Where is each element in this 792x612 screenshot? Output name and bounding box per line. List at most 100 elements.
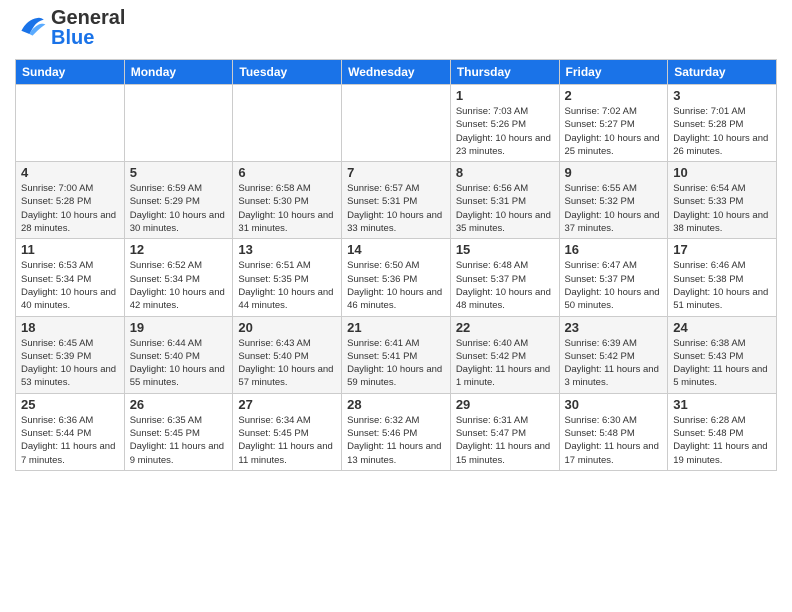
day-info: Sunrise: 6:55 AMSunset: 5:32 PMDaylight:… (565, 182, 663, 235)
calendar-cell: 31 Sunrise: 6:28 AMSunset: 5:48 PMDayligh… (668, 393, 777, 470)
day-number: 23 (565, 320, 663, 335)
logo-general: General (51, 7, 125, 29)
day-info: Sunrise: 6:32 AMSunset: 5:46 PMDaylight:… (347, 414, 445, 467)
day-number: 26 (130, 397, 228, 412)
logo: General Blue (15, 8, 125, 48)
calendar-cell (124, 85, 233, 162)
day-info: Sunrise: 6:43 AMSunset: 5:40 PMDaylight:… (238, 337, 336, 390)
calendar-cell: 6 Sunrise: 6:58 AMSunset: 5:30 PMDaylight… (233, 162, 342, 239)
day-number: 21 (347, 320, 445, 335)
day-number: 5 (130, 165, 228, 180)
calendar-cell: 30 Sunrise: 6:30 AMSunset: 5:48 PMDayligh… (559, 393, 668, 470)
calendar-cell: 28 Sunrise: 6:32 AMSunset: 5:46 PMDayligh… (342, 393, 451, 470)
day-number: 2 (565, 88, 663, 103)
day-number: 19 (130, 320, 228, 335)
logo-blue: Blue (51, 27, 94, 49)
day-number: 16 (565, 242, 663, 257)
day-number: 15 (456, 242, 554, 257)
day-info: Sunrise: 6:39 AMSunset: 5:42 PMDaylight:… (565, 337, 663, 390)
day-info: Sunrise: 6:59 AMSunset: 5:29 PMDaylight:… (130, 182, 228, 235)
day-number: 27 (238, 397, 336, 412)
day-info: Sunrise: 6:31 AMSunset: 5:47 PMDaylight:… (456, 414, 554, 467)
day-info: Sunrise: 6:46 AMSunset: 5:38 PMDaylight:… (673, 259, 771, 312)
day-number: 25 (21, 397, 119, 412)
day-number: 6 (238, 165, 336, 180)
weekday-wednesday: Wednesday (342, 60, 451, 85)
weekday-saturday: Saturday (668, 60, 777, 85)
day-number: 8 (456, 165, 554, 180)
calendar-cell (16, 85, 125, 162)
day-number: 17 (673, 242, 771, 257)
day-info: Sunrise: 6:50 AMSunset: 5:36 PMDaylight:… (347, 259, 445, 312)
day-number: 4 (21, 165, 119, 180)
day-number: 10 (673, 165, 771, 180)
calendar-cell: 27Sunrise: 6:34 AMSunset: 5:45 PMDayligh… (233, 393, 342, 470)
calendar-cell: 9 Sunrise: 6:55 AMSunset: 5:32 PMDaylight… (559, 162, 668, 239)
day-number: 28 (347, 397, 445, 412)
calendar-cell: 8 Sunrise: 6:56 AMSunset: 5:31 PMDaylight… (450, 162, 559, 239)
calendar-cell: 29Sunrise: 6:31 AMSunset: 5:47 PMDayligh… (450, 393, 559, 470)
day-info: Sunrise: 6:41 AMSunset: 5:41 PMDaylight:… (347, 337, 445, 390)
day-info: Sunrise: 7:01 AMSunset: 5:28 PMDaylight:… (673, 105, 771, 158)
calendar-cell: 10 Sunrise: 6:54 AMSunset: 5:33 PMDayligh… (668, 162, 777, 239)
calendar-cell: 2 Sunrise: 7:02 AMSunset: 5:27 PMDaylight… (559, 85, 668, 162)
day-number: 11 (21, 242, 119, 257)
day-info: Sunrise: 6:56 AMSunset: 5:31 PMDaylight:… (456, 182, 554, 235)
calendar-cell: 4 Sunrise: 7:00 AMSunset: 5:28 PMDaylight… (16, 162, 125, 239)
day-info: Sunrise: 6:45 AMSunset: 5:39 PMDaylight:… (21, 337, 119, 390)
calendar-cell: 16 Sunrise: 6:47 AMSunset: 5:37 PMDayligh… (559, 239, 668, 316)
calendar-cell: 7 Sunrise: 6:57 AMSunset: 5:31 PMDaylight… (342, 162, 451, 239)
logo-icon (15, 12, 47, 45)
day-info: Sunrise: 7:00 AMSunset: 5:28 PMDaylight:… (21, 182, 119, 235)
day-number: 3 (673, 88, 771, 103)
day-info: Sunrise: 6:28 AMSunset: 5:48 PMDaylight:… (673, 414, 771, 467)
calendar-cell: 17 Sunrise: 6:46 AMSunset: 5:38 PMDayligh… (668, 239, 777, 316)
day-info: Sunrise: 7:02 AMSunset: 5:27 PMDaylight:… (565, 105, 663, 158)
day-info: Sunrise: 6:54 AMSunset: 5:33 PMDaylight:… (673, 182, 771, 235)
day-info: Sunrise: 6:30 AMSunset: 5:48 PMDaylight:… (565, 414, 663, 467)
day-number: 18 (21, 320, 119, 335)
day-number: 22 (456, 320, 554, 335)
calendar-cell (233, 85, 342, 162)
calendar: SundayMondayTuesdayWednesdayThursdayFrid… (15, 59, 777, 471)
calendar-cell: 11Sunrise: 6:53 AMSunset: 5:34 PMDayligh… (16, 239, 125, 316)
day-info: Sunrise: 6:44 AMSunset: 5:40 PMDaylight:… (130, 337, 228, 390)
day-info: Sunrise: 7:03 AMSunset: 5:26 PMDaylight:… (456, 105, 554, 158)
day-info: Sunrise: 6:58 AMSunset: 5:30 PMDaylight:… (238, 182, 336, 235)
day-info: Sunrise: 6:57 AMSunset: 5:31 PMDaylight:… (347, 182, 445, 235)
day-info: Sunrise: 6:35 AMSunset: 5:45 PMDaylight:… (130, 414, 228, 467)
calendar-cell: 13Sunrise: 6:51 AMSunset: 5:35 PMDayligh… (233, 239, 342, 316)
calendar-cell: 12 Sunrise: 6:52 AMSunset: 5:34 PMDayligh… (124, 239, 233, 316)
calendar-cell: 14 Sunrise: 6:50 AMSunset: 5:36 PMDayligh… (342, 239, 451, 316)
calendar-cell: 1 Sunrise: 7:03 AMSunset: 5:26 PMDaylight… (450, 85, 559, 162)
weekday-thursday: Thursday (450, 60, 559, 85)
weekday-friday: Friday (559, 60, 668, 85)
day-number: 14 (347, 242, 445, 257)
day-number: 20 (238, 320, 336, 335)
calendar-cell: 21 Sunrise: 6:41 AMSunset: 5:41 PMDayligh… (342, 316, 451, 393)
day-info: Sunrise: 6:36 AMSunset: 5:44 PMDaylight:… (21, 414, 119, 467)
calendar-cell (342, 85, 451, 162)
day-info: Sunrise: 6:38 AMSunset: 5:43 PMDaylight:… (673, 337, 771, 390)
day-number: 13 (238, 242, 336, 257)
calendar-cell: 5 Sunrise: 6:59 AMSunset: 5:29 PMDaylight… (124, 162, 233, 239)
day-info: Sunrise: 6:40 AMSunset: 5:42 PMDaylight:… (456, 337, 554, 390)
logo-text: General Blue (51, 8, 125, 48)
weekday-sunday: Sunday (16, 60, 125, 85)
day-number: 30 (565, 397, 663, 412)
calendar-cell: 23 Sunrise: 6:39 AMSunset: 5:42 PMDayligh… (559, 316, 668, 393)
calendar-cell: 15Sunrise: 6:48 AMSunset: 5:37 PMDayligh… (450, 239, 559, 316)
day-number: 7 (347, 165, 445, 180)
calendar-cell: 26 Sunrise: 6:35 AMSunset: 5:45 PMDayligh… (124, 393, 233, 470)
day-number: 9 (565, 165, 663, 180)
day-number: 31 (673, 397, 771, 412)
calendar-cell: 20 Sunrise: 6:43 AMSunset: 5:40 PMDayligh… (233, 316, 342, 393)
calendar-cell: 18 Sunrise: 6:45 AMSunset: 5:39 PMDayligh… (16, 316, 125, 393)
weekday-monday: Monday (124, 60, 233, 85)
day-number: 12 (130, 242, 228, 257)
calendar-cell: 25 Sunrise: 6:36 AMSunset: 5:44 PMDayligh… (16, 393, 125, 470)
day-number: 24 (673, 320, 771, 335)
day-info: Sunrise: 6:47 AMSunset: 5:37 PMDaylight:… (565, 259, 663, 312)
day-number: 1 (456, 88, 554, 103)
day-info: Sunrise: 6:52 AMSunset: 5:34 PMDaylight:… (130, 259, 228, 312)
